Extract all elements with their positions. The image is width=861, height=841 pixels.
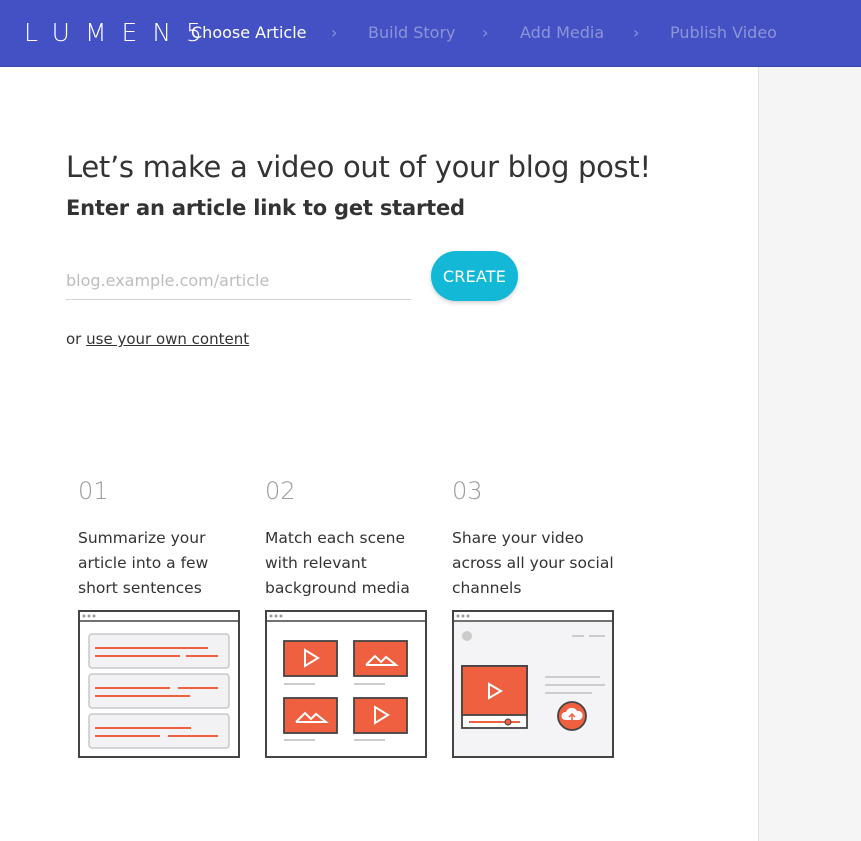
step-2: 02 Match each scene with relevant backgr… xyxy=(265,476,430,601)
top-bar: LUMEN5 Choose Article › Build Story › Ad… xyxy=(0,0,861,67)
step-description: Summarize your article into a few short … xyxy=(78,529,209,597)
nav-step-choose-article[interactable]: Choose Article xyxy=(191,23,306,43)
page-title: Let’s make a video out of your blog post… xyxy=(66,150,651,184)
step-number: 03 xyxy=(452,477,483,505)
step-description: Share your video across all your social … xyxy=(452,529,614,597)
summary-text-illustration xyxy=(78,610,240,758)
media-grid-illustration xyxy=(265,610,427,758)
step-description: Match each scene with relevant backgroun… xyxy=(265,529,410,597)
chevron-right-icon: › xyxy=(331,23,338,42)
alt-prefix: or xyxy=(66,330,82,348)
right-sidebar xyxy=(758,67,861,841)
alternative-option: or use your own content xyxy=(66,329,249,349)
nav-step-add-media[interactable]: Add Media xyxy=(520,23,604,43)
share-video-illustration xyxy=(452,610,614,758)
nav-step-build-story[interactable]: Build Story xyxy=(368,23,456,43)
create-button[interactable]: CREATE xyxy=(431,251,518,301)
step-3: 03 Share your video across all your soci… xyxy=(452,476,617,601)
use-own-content-link[interactable]: use your own content xyxy=(86,330,249,348)
logo[interactable]: LUMEN5 xyxy=(24,20,217,46)
step-1: 01 Summarize your article into a few sho… xyxy=(78,476,243,601)
step-number: 01 xyxy=(78,477,109,505)
nav-step-publish-video[interactable]: Publish Video xyxy=(670,23,777,43)
chevron-right-icon: › xyxy=(482,23,489,42)
chevron-right-icon: › xyxy=(633,23,640,42)
step-number: 02 xyxy=(265,477,296,505)
page-subtitle: Enter an article link to get started xyxy=(66,196,465,220)
article-url-input[interactable] xyxy=(66,262,411,300)
